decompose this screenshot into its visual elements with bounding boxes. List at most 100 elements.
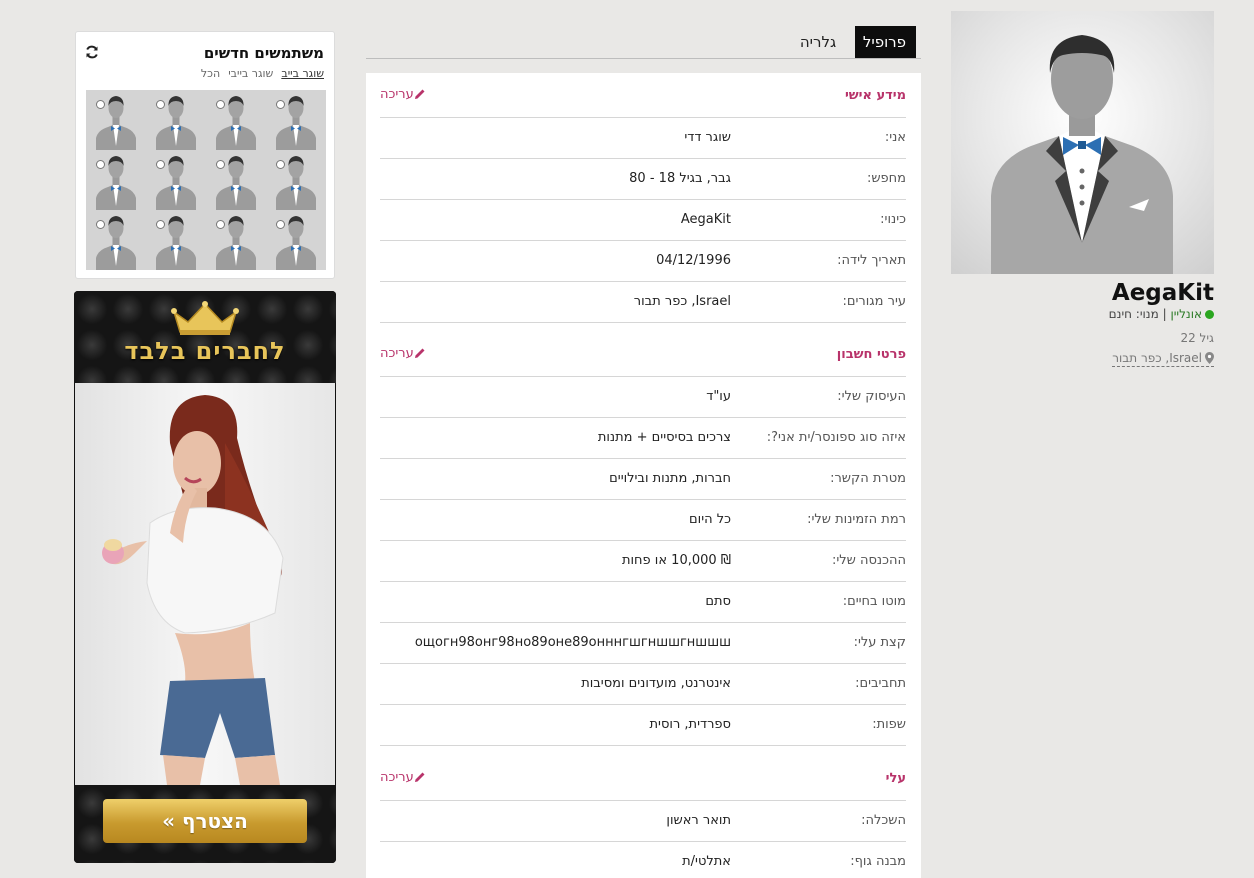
pencil-icon [414,89,425,99]
edit-account-button[interactable]: עריכה [380,346,429,361]
row-label: קצת עלי: [853,635,906,650]
select-radio[interactable] [96,100,105,109]
members-only-banner[interactable]: לחברים בלבד הצטרף » [74,291,336,863]
promo-photo [75,383,335,785]
select-radio[interactable] [216,100,225,109]
info-row: ההכנסה שלי: ₪ 10,000 או פחות [380,541,906,582]
info-row: מטרת הקשר: חברות, מתנות ובילויים [380,459,906,500]
row-value: חברות, מתנות ובילויים [609,471,731,486]
row-label: מבנה גוף: [850,854,906,869]
row-label: השכלה: [861,813,906,828]
row-label: עיר מגורים: [842,294,907,309]
info-row: שפות: ספרדית, רוסית [380,705,906,746]
select-radio[interactable] [96,160,105,169]
default-male-avatar-icon [146,90,206,150]
edit-about-button[interactable]: עריכה [380,770,429,785]
row-label: מטרת הקשר: [830,471,906,486]
edit-label: עריכה [380,87,414,102]
filter-sugar-babe[interactable]: שוגר בייב [281,67,324,80]
select-radio[interactable] [216,220,225,229]
section-title-personal: מידע אישי [844,88,906,103]
default-male-avatar-icon [991,35,1173,274]
edit-label: עריכה [380,346,414,361]
info-row: אני: שוגר דדי [380,118,906,159]
new-users-title: משתמשים חדשים [203,44,324,62]
new-user-thumb[interactable] [206,210,266,270]
profile-card: AegaKit אונליין | מנוי: חינם גיל 22 Isra… [951,11,1214,367]
select-radio[interactable] [276,160,285,169]
row-label: מחפש: [866,171,906,186]
row-value: אתלטי/ת [682,854,731,869]
new-user-thumb[interactable] [86,90,146,150]
new-user-thumb[interactable] [266,90,326,150]
row-label: תאריך לידה: [837,253,906,268]
default-male-avatar-icon [266,90,326,150]
section-title-account: פרטי חשבון [836,347,906,362]
select-radio[interactable] [156,100,165,109]
info-row: כינוי: AegaKit [380,200,906,241]
info-row: תאריך לידה: 04/12/1996 [380,241,906,282]
default-male-avatar-icon [266,150,326,210]
row-label: תחביבים: [855,676,906,691]
default-male-avatar-icon [206,150,266,210]
pencil-icon [414,772,425,782]
new-user-thumb[interactable] [266,210,326,270]
crown-icon [171,301,239,335]
row-value: שוגר דדי [684,130,731,145]
join-button[interactable]: הצטרף » [103,799,307,843]
profile-tabs: פרופיל גלריה [366,26,921,59]
info-row: תחביבים: אינטרנט, מועדונים ומסיבות [380,664,906,705]
tab-gallery[interactable]: גלריה [786,26,850,58]
refresh-icon[interactable] [85,45,99,59]
select-radio[interactable] [156,220,165,229]
info-row: רמת הזמינות שלי: כל היום [380,500,906,541]
row-value: ощогн98онг98но89оне89онннгшгншшгншшш [414,635,731,650]
info-row: מחפש: גבר, בגיל 18 - 80 [380,159,906,200]
new-user-thumb[interactable] [146,150,206,210]
promo-title: לחברים בלבד [124,337,286,365]
new-user-thumb[interactable] [146,210,206,270]
profile-info-panel: מידע אישי עריכה אני: שוגר דדי מחפש: גבר, ב… [366,73,921,878]
tab-profile[interactable]: פרופיל [855,26,916,58]
section-title-about: עלי [885,771,906,786]
profile-location[interactable]: Israel, כפר תבור [951,351,1214,367]
select-radio[interactable] [156,160,165,169]
new-users-filters: שוגר בייב שוגר בייבי הכל [193,67,324,80]
select-radio[interactable] [276,220,285,229]
default-male-avatar-icon [146,210,206,270]
info-row: השכלה: תואר ראשון [380,801,906,842]
default-male-avatar-icon [206,210,266,270]
new-user-thumb[interactable] [206,90,266,150]
row-value: סתם [705,594,731,609]
row-value: 04/12/1996 [656,253,731,268]
info-row: מוטו בחיים: סתם [380,582,906,623]
info-row: עיר מגורים: Israel, כפר תבור [380,282,906,323]
row-label: שפות: [872,717,906,732]
subscription-label: מנוי: חינם [1108,307,1159,321]
promo-header: לחברים בלבד [74,291,336,383]
row-label: ההכנסה שלי: [831,553,906,568]
profile-avatar[interactable] [951,11,1214,274]
online-status: אונליין [1170,307,1202,321]
new-user-thumb[interactable] [86,210,146,270]
new-user-thumb[interactable] [206,150,266,210]
status-separator: | [1162,307,1167,321]
edit-personal-button[interactable]: עריכה [380,87,429,102]
row-label: אני: [884,130,906,145]
section-header-personal: מידע אישי עריכה [380,73,906,118]
new-user-thumb[interactable] [146,90,206,150]
filter-sugar-baby[interactable]: שוגר בייבי [228,67,273,80]
row-value: אינטרנט, מועדונים ומסיבות [581,676,731,691]
select-radio[interactable] [276,100,285,109]
row-value: תואר ראשון [666,813,731,828]
select-radio[interactable] [216,160,225,169]
filter-all[interactable]: הכל [201,67,220,80]
pencil-icon [414,348,425,358]
new-user-thumb[interactable] [266,150,326,210]
new-user-thumb[interactable] [86,150,146,210]
default-male-avatar-icon [86,210,146,270]
section-header-about: עלי עריכה [380,756,906,801]
default-male-avatar-icon [86,90,146,150]
row-label: העיסוק שלי: [837,389,906,404]
select-radio[interactable] [96,220,105,229]
